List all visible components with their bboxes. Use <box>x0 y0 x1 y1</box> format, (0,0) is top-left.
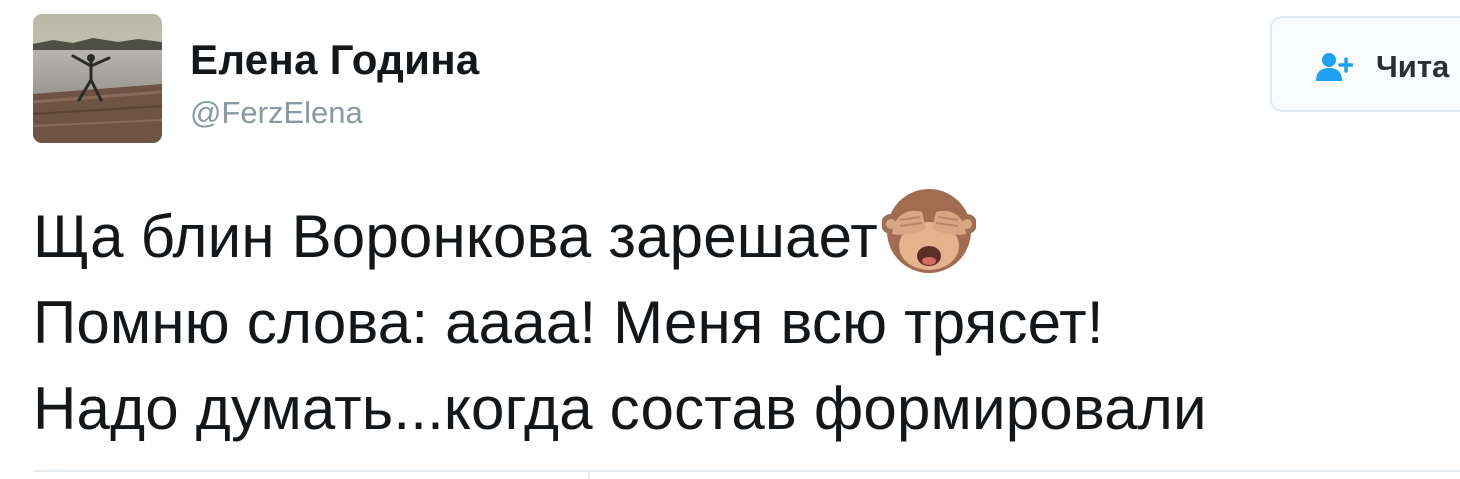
follow-icon <box>1316 53 1353 81</box>
display-name[interactable]: Елена Година <box>190 36 480 84</box>
user-handle[interactable]: @FerzElena <box>190 95 363 131</box>
tweet-line: Надо думать...когда состав формировали <box>33 375 1207 442</box>
follow-button[interactable]: Чита <box>1270 16 1460 112</box>
tweet-card: Елена Година @FerzElena Чита Ща блин Вор… <box>0 0 1460 479</box>
profile-photo-icon <box>33 14 162 143</box>
tweet-line: Помню слова: аааа! Меня всю трясет! <box>33 289 1104 356</box>
tweet-line: Ща блин Воронкова зарешает <box>33 189 1453 280</box>
divider <box>33 470 1460 472</box>
see-no-evil-monkey-icon <box>881 189 976 273</box>
follow-button-label: Чита <box>1376 49 1450 84</box>
divider-tick <box>588 470 590 479</box>
tweet-text: Ща блин Воронкова зарешает Помню слова: … <box>33 189 1453 452</box>
tweet-line-text: Ща блин Воронкова зарешает <box>33 203 878 270</box>
avatar[interactable] <box>33 14 162 143</box>
